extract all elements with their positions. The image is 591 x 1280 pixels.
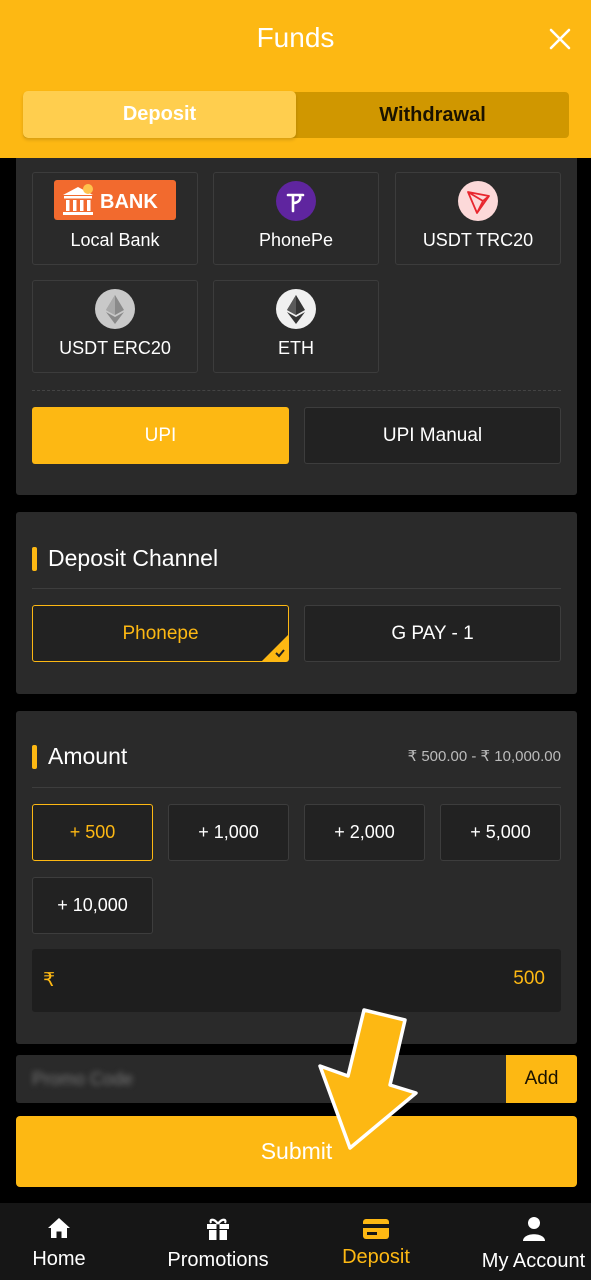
divider — [32, 787, 561, 788]
method-phonepe[interactable]: PhonePe — [213, 172, 379, 265]
payment-methods-panel: BANK Local Bank PhonePe USDT TRC20 USDT … — [16, 158, 577, 495]
nav-label: Home — [32, 1248, 86, 1270]
promo-code-input[interactable] — [16, 1055, 506, 1103]
method-usdt-erc20[interactable]: USDT ERC20 — [32, 280, 198, 373]
bank-logo-text: BANK — [100, 191, 158, 213]
tab-withdrawal[interactable]: Withdrawal — [296, 92, 569, 138]
card-icon — [363, 1219, 389, 1239]
divider — [32, 390, 561, 391]
divider — [32, 588, 561, 589]
method-label: ETH — [278, 338, 314, 358]
method-label: Local Bank — [70, 230, 160, 250]
header: Funds Deposit Withdrawal — [0, 0, 591, 158]
tab-deposit[interactable]: Deposit — [23, 91, 296, 138]
nav-deposit[interactable]: Deposit — [337, 1203, 415, 1280]
funds-tabs: Deposit Withdrawal — [23, 91, 569, 138]
page-title: Funds — [256, 22, 335, 53]
promo-code-field[interactable] — [16, 1055, 506, 1103]
pointer-arrow-icon — [318, 1008, 418, 1150]
quick-amount-1000[interactable]: + 1,000 — [168, 804, 289, 861]
close-icon[interactable] — [547, 26, 573, 52]
submit-button[interactable]: Submit — [16, 1116, 577, 1187]
nav-label: My Account — [481, 1250, 586, 1272]
bottom-nav: Home Promotions Deposit My Account — [0, 1203, 591, 1280]
amount-title: Amount — [48, 743, 128, 769]
deposit-channel-panel: Deposit Channel Phonepe G PAY - 1 — [16, 512, 577, 694]
method-eth[interactable]: ETH — [213, 280, 379, 373]
phonepe-icon — [276, 181, 316, 221]
nav-home[interactable]: Home — [29, 1203, 89, 1280]
section-title: Amount — [32, 743, 127, 770]
nav-label: Deposit — [342, 1246, 410, 1268]
home-icon — [48, 1218, 70, 1238]
currency-symbol: ₹ — [43, 970, 56, 991]
tron-icon — [458, 181, 498, 221]
method-local-bank[interactable]: BANK Local Bank — [32, 172, 198, 265]
add-promo-button[interactable]: Add — [506, 1055, 577, 1103]
upi-manual-button[interactable]: UPI Manual — [304, 407, 561, 464]
user-icon — [522, 1217, 545, 1241]
amount-input[interactable]: ₹ 500 — [32, 949, 561, 1012]
quick-amount-2000[interactable]: + 2,000 — [304, 804, 425, 861]
title-bar — [32, 744, 37, 769]
channel-gpay-1[interactable]: G PAY - 1 — [304, 605, 561, 662]
gift-icon — [207, 1218, 229, 1240]
quick-amount-10000[interactable]: + 10,000 — [32, 877, 153, 934]
check-icon — [275, 649, 285, 658]
channel-phonepe[interactable]: Phonepe — [32, 605, 289, 662]
quick-amount-5000[interactable]: + 5,000 — [440, 804, 561, 861]
method-label: USDT TRC20 — [422, 230, 534, 250]
quick-amount-500[interactable]: + 500 — [32, 804, 153, 861]
channel-label: Phonepe — [122, 622, 199, 644]
nav-label: Promotions — [167, 1249, 269, 1271]
amount-range: ₹ 500.00 - ₹ 10,000.00 — [407, 748, 561, 765]
bank-logo: BANK — [54, 180, 176, 220]
ethereum-gray-icon — [95, 289, 135, 329]
section-title: Deposit Channel — [32, 545, 218, 572]
nav-my-account[interactable]: My Account — [477, 1203, 590, 1280]
title-bar — [32, 546, 37, 571]
upi-button[interactable]: UPI — [32, 407, 289, 464]
amount-value: 500 — [513, 968, 545, 989]
method-label: PhonePe — [258, 230, 334, 250]
method-usdt-trc20[interactable]: USDT TRC20 — [395, 172, 561, 265]
ethereum-icon — [276, 289, 316, 329]
deposit-channel-title: Deposit Channel — [48, 545, 219, 571]
method-label: USDT ERC20 — [59, 338, 171, 358]
amount-panel: Amount ₹ 500.00 - ₹ 10,000.00 + 500 + 1,… — [16, 711, 577, 1044]
nav-promotions[interactable]: Promotions — [160, 1203, 276, 1280]
